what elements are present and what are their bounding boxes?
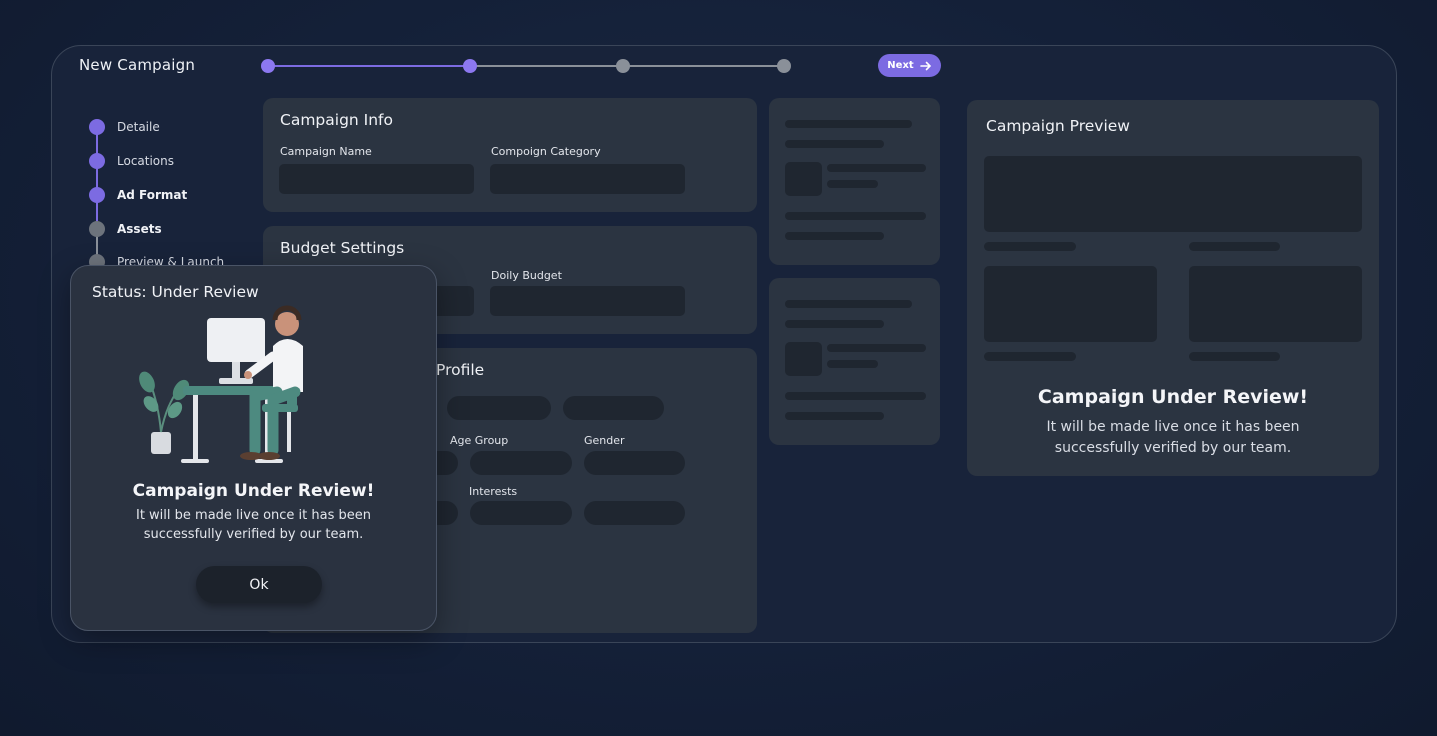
preview-tile-skeleton xyxy=(984,266,1157,342)
interest-pill-2[interactable] xyxy=(584,501,685,525)
gender-select[interactable] xyxy=(584,451,685,475)
interest-pill-1[interactable] xyxy=(470,501,572,525)
step-ad-format[interactable]: Ad Format xyxy=(117,188,187,202)
budget-settings-title: Budget Settings xyxy=(280,239,405,257)
status-modal: Status: Under Review Campaign Under Revi… xyxy=(70,265,437,631)
interests-label: Interests xyxy=(469,485,518,498)
daily-budget-input[interactable] xyxy=(490,286,685,316)
progress-dot-4 xyxy=(777,59,791,73)
skeleton-line xyxy=(827,164,926,172)
skeleton-line xyxy=(1189,242,1280,251)
preview-heading: Campaign Under Review! xyxy=(1037,386,1309,408)
modal-heading: Campaign Under Review! xyxy=(132,481,375,501)
campaign-preview-card: Campaign Preview Campaign Under Review! … xyxy=(967,100,1379,476)
campaign-info-title: Campaign Info xyxy=(280,111,393,129)
campaign-name-input[interactable] xyxy=(279,164,474,194)
preview-body-line1: It will be made live once it has been xyxy=(1046,419,1300,435)
progress-dot-3 xyxy=(616,59,630,73)
skeleton-line xyxy=(984,242,1076,251)
campaign-category-label: Compoign Category xyxy=(491,145,601,158)
campaign-category-input[interactable] xyxy=(490,164,685,194)
step-connector-done xyxy=(96,128,98,228)
skeleton-line xyxy=(827,344,926,352)
age-group-label: Age Group xyxy=(450,434,509,447)
skeleton-line xyxy=(785,212,926,220)
skeleton-line xyxy=(984,352,1076,361)
skeleton-line xyxy=(827,180,878,188)
preview-body-line2: successfully verified by our team. xyxy=(1054,440,1292,456)
step-dot-1 xyxy=(89,119,105,135)
age-group-select[interactable] xyxy=(470,451,572,475)
modal-title: Status: Under Review xyxy=(92,283,259,301)
preview-banner-skeleton xyxy=(984,156,1362,232)
audience-pill-2[interactable] xyxy=(563,396,664,420)
skeleton-line xyxy=(785,412,884,420)
gender-label: Gender xyxy=(584,434,625,447)
next-label: Next xyxy=(887,60,914,71)
step-detaile[interactable]: Detaile xyxy=(117,120,160,134)
ok-button[interactable]: Ok xyxy=(196,566,322,603)
step-locations[interactable]: Locations xyxy=(117,154,174,168)
skeleton-line xyxy=(785,320,884,328)
skeleton-line xyxy=(785,232,884,240)
skeleton-card-1 xyxy=(769,98,940,265)
person-at-desk-illustration xyxy=(139,305,303,463)
skeleton-line xyxy=(827,360,878,368)
skeleton-line xyxy=(785,392,926,400)
audience-profile-title: Profile xyxy=(436,361,485,379)
progress-line-done xyxy=(268,65,470,67)
arrow-right-icon xyxy=(919,61,931,70)
skeleton-thumb xyxy=(785,162,822,196)
page-title: New Campaign xyxy=(79,56,196,74)
skeleton-line xyxy=(785,300,912,308)
step-dot-4 xyxy=(89,221,105,237)
skeleton-line xyxy=(785,140,884,148)
step-dot-3 xyxy=(89,187,105,203)
progress-dot-2 xyxy=(463,59,477,73)
campaign-info-card: Campaign Info Campaign Name Compoign Cat… xyxy=(263,98,757,212)
daily-budget-label: Doily Budget xyxy=(491,269,562,282)
step-dot-2 xyxy=(89,153,105,169)
skeleton-line xyxy=(785,120,912,128)
progress-dot-1 xyxy=(261,59,275,73)
skeleton-thumb xyxy=(785,342,822,376)
campaign-preview-title: Campaign Preview xyxy=(986,117,1130,135)
modal-body-line2: successfully verified by our team. xyxy=(143,527,364,542)
preview-tile-skeleton xyxy=(1189,266,1362,342)
audience-pill-1[interactable] xyxy=(447,396,551,420)
skeleton-line xyxy=(1189,352,1280,361)
modal-body-line1: It will be made live once it has been xyxy=(135,508,371,523)
next-button[interactable]: Next xyxy=(878,54,941,77)
skeleton-card-2 xyxy=(769,278,940,445)
campaign-name-label: Campaign Name xyxy=(280,145,372,158)
step-assets[interactable]: Assets xyxy=(117,222,162,236)
